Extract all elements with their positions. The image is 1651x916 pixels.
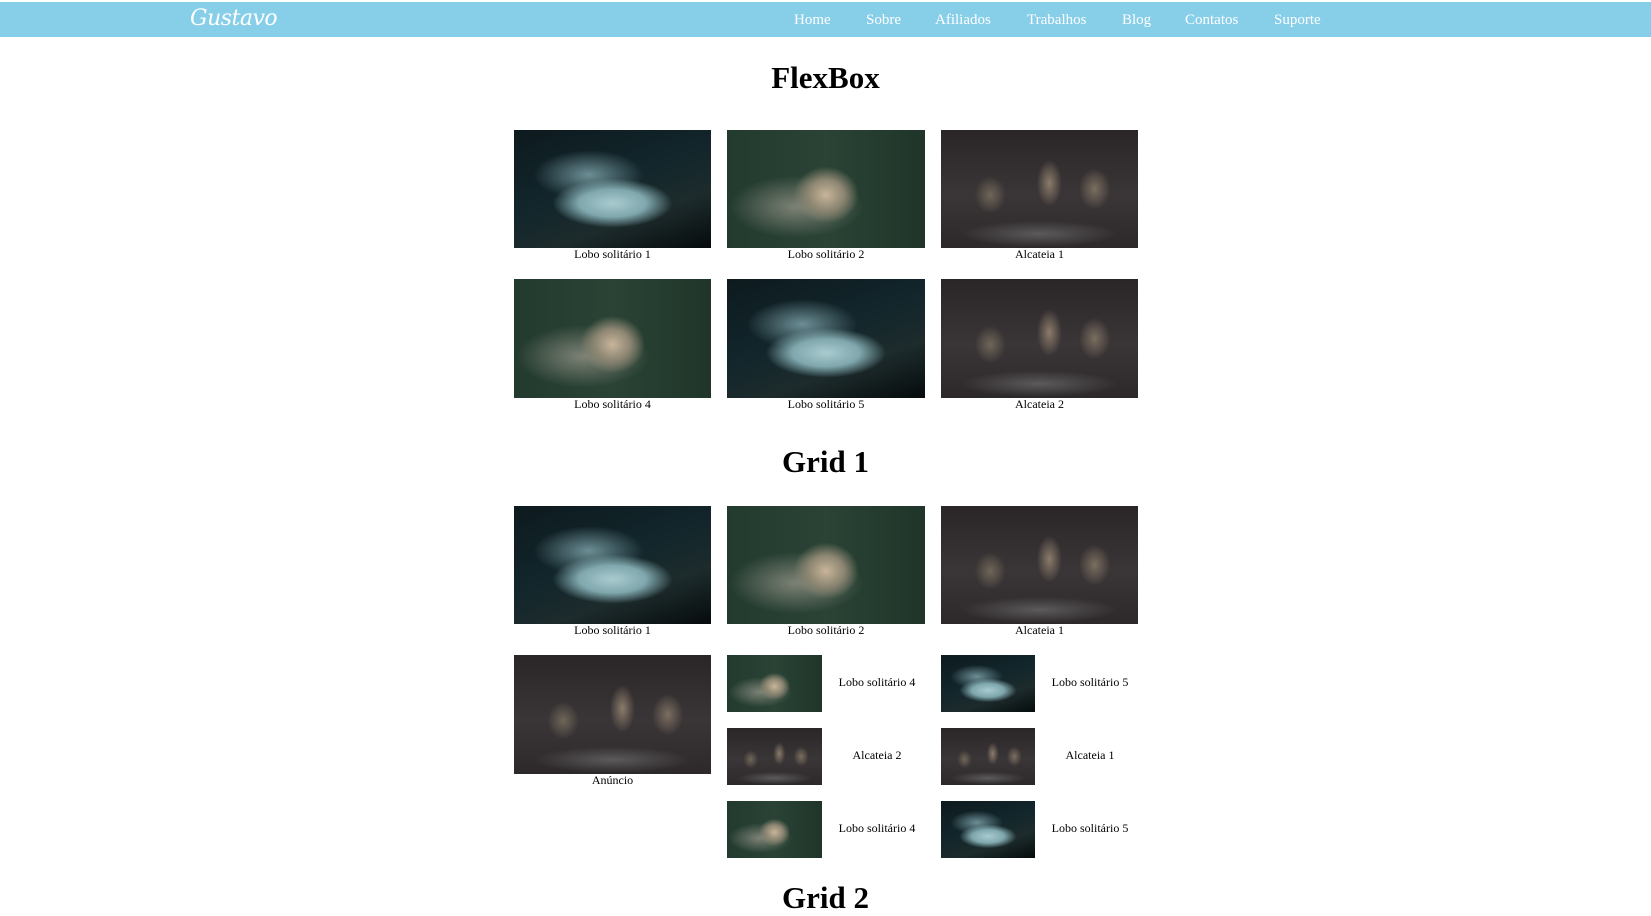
flex-photo-3 <box>941 130 1138 248</box>
grid1-small-photo-6 <box>941 801 1035 858</box>
section-title-grid1: Grid 1 <box>782 444 869 479</box>
flex-photo-2 <box>727 130 925 248</box>
flex-photo-5 <box>727 279 925 398</box>
grid1-photo-2 <box>727 506 925 624</box>
grid1-small-caption-2: Lobo solitário 5 <box>1051 675 1129 689</box>
flex-caption-4: Lobo solitário 4 <box>574 397 651 411</box>
grid1-ad-caption: Anúncio <box>591 773 634 787</box>
grid1-caption-2: Lobo solitário 2 <box>787 623 865 637</box>
grid1-photo-1 <box>514 506 711 624</box>
grid1-ad-photo <box>514 655 711 774</box>
nav-link-home[interactable]: Home <box>794 12 831 29</box>
grid1-small-photo-5 <box>727 801 822 858</box>
grid1-small-caption-4: Alcateia 1 <box>1065 748 1115 762</box>
flex-caption-5: Lobo solitário 5 <box>787 397 865 411</box>
nav-link-sobre[interactable]: Sobre <box>866 12 901 29</box>
nav-link-trabalhos[interactable]: Trabalhos <box>1027 12 1086 29</box>
nav-link-blog[interactable]: Blog <box>1122 12 1151 29</box>
flex-caption-2: Lobo solitário 2 <box>787 247 865 261</box>
grid1-small-photo-2 <box>941 655 1035 712</box>
section-title-grid2: Grid 2 <box>782 880 869 915</box>
grid1-caption-1: Lobo solitário 1 <box>574 623 651 637</box>
grid1-small-photo-3 <box>727 728 822 785</box>
grid1-small-photo-1 <box>727 655 822 712</box>
nav-link-contatos[interactable]: Contatos <box>1185 12 1238 29</box>
flex-caption-3: Alcateia 1 <box>1015 247 1064 261</box>
main-nav: Home Sobre Afiliados Trabalhos Blog Cont… <box>0 12 1651 32</box>
grid1-caption-3: Alcateia 1 <box>1015 623 1064 637</box>
grid1-photo-3 <box>941 506 1138 624</box>
top-navbar: Gustavo Home Sobre Afiliados Trabalhos B… <box>0 2 1651 37</box>
nav-link-suporte[interactable]: Suporte <box>1274 12 1321 29</box>
flex-caption-1: Lobo solitário 1 <box>574 247 651 261</box>
grid1-small-caption-1: Lobo solitário 4 <box>838 675 916 689</box>
grid1-small-caption-6: Lobo solitário 5 <box>1051 821 1129 835</box>
grid1-small-caption-3: Alcateia 2 <box>852 748 902 762</box>
flex-photo-1 <box>514 130 711 248</box>
flex-caption-6: Alcateia 2 <box>1015 397 1064 411</box>
section-title-flexbox: FlexBox <box>771 60 880 95</box>
grid1-small-caption-5: Lobo solitário 4 <box>838 821 916 835</box>
flex-photo-4 <box>514 279 711 398</box>
nav-link-afiliados[interactable]: Afiliados <box>935 12 991 29</box>
grid1-small-photo-4 <box>941 728 1035 785</box>
flex-photo-6 <box>941 279 1138 398</box>
